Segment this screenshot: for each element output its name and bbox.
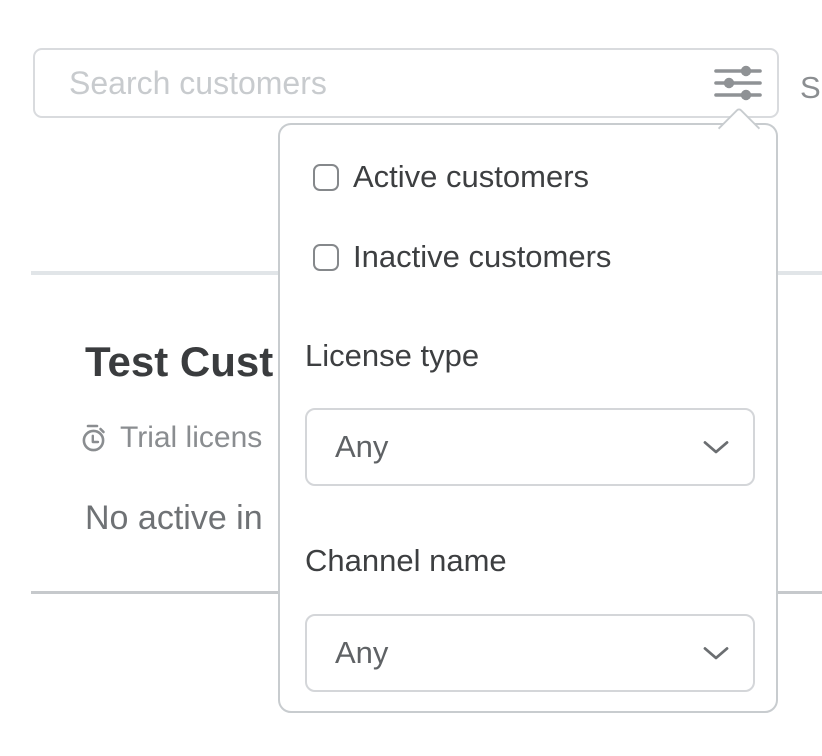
license-type-select-value: Any: [335, 429, 388, 465]
search-input[interactable]: [35, 50, 777, 116]
chevron-down-icon: [703, 440, 729, 455]
sliders-icon: [713, 63, 763, 103]
checkbox-active-customers[interactable]: [313, 164, 339, 191]
filter-row-active-customers: Active customers: [313, 161, 589, 193]
truncated-right-control[interactable]: S: [800, 70, 821, 106]
checkbox-label: Inactive customers: [353, 239, 611, 275]
license-type-select[interactable]: Any: [305, 408, 755, 486]
stopwatch-icon: [80, 423, 108, 453]
customers-page: Test Cust Trial licens No active in: [0, 0, 822, 756]
chevron-down-icon: [703, 646, 729, 661]
channel-name-select-value: Any: [335, 635, 388, 671]
channel-name-label: Channel name: [305, 543, 507, 579]
customer-name: Test Cust: [85, 338, 273, 386]
search-bar: [33, 48, 779, 118]
channel-name-select[interactable]: Any: [305, 614, 755, 692]
filter-button[interactable]: [707, 58, 769, 108]
license-type-label: License type: [305, 338, 479, 374]
filter-popover: Active customers Inactive customers Lice…: [278, 123, 778, 713]
checkbox-label: Active customers: [353, 159, 589, 195]
customer-status-text: No active in: [85, 499, 263, 538]
license-type-text: Trial licens: [120, 421, 262, 455]
license-info-row: Trial licens: [80, 421, 262, 455]
checkbox-inactive-customers[interactable]: [313, 244, 339, 271]
filter-row-inactive-customers: Inactive customers: [313, 241, 611, 273]
